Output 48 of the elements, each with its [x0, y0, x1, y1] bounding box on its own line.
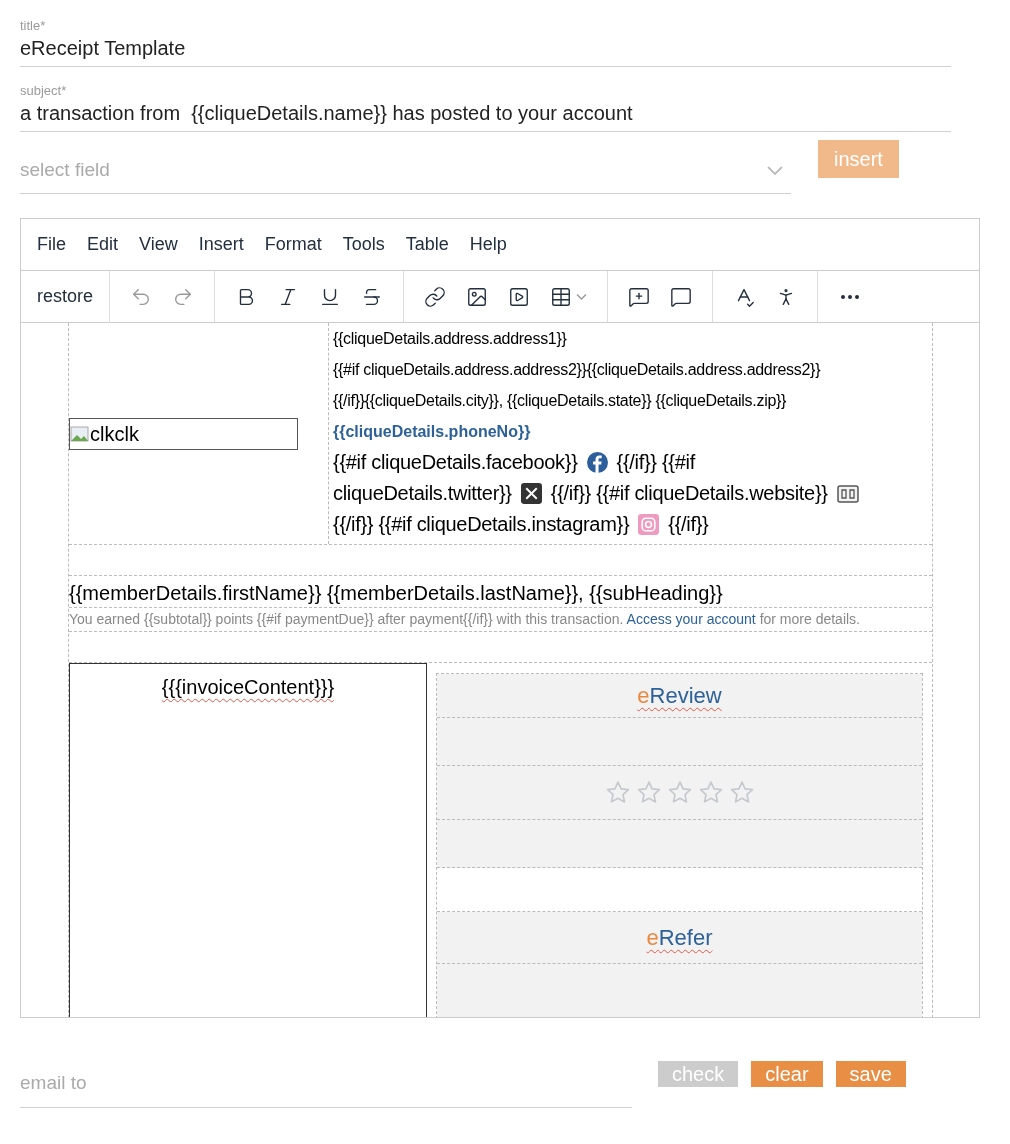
rich-text-editor[interactable]	[20, 218, 980, 1018]
menu-item[interactable]: Edit	[87, 231, 119, 258]
star-icon	[728, 780, 755, 805]
text-field[interactable]: subject* a transaction from {{cliqueDetails.name}} has posted to your account	[20, 79, 951, 132]
account-link[interactable]: Access your account	[626, 611, 756, 627]
x-logo-icon	[520, 483, 542, 504]
menu-item[interactable]: Insert	[198, 231, 244, 258]
image-icon[interactable]	[466, 285, 489, 308]
address-line: {{#if cliqueDetails.address.address2}}{{cliqueDetails.address.address2}}	[333, 360, 822, 380]
broken-image: clkclk	[69, 417, 298, 450]
template-text: {{/if}} {{#if cliqueDetails.instagram}}	[333, 512, 630, 537]
section-heading: eReview	[637, 682, 722, 710]
star-icon	[666, 780, 693, 805]
facebook-icon	[586, 452, 608, 473]
star-icon	[635, 780, 662, 805]
website-icon	[836, 484, 859, 503]
star-icon	[604, 780, 631, 805]
invoice-placeholder: {{{invoiceContent}}}	[161, 675, 335, 700]
menu-item[interactable]: Tools	[342, 231, 385, 258]
chevron-down-icon	[576, 293, 588, 300]
instagram-icon	[638, 514, 660, 535]
media-icon[interactable]	[508, 285, 531, 308]
restore-button[interactable]: restore	[21, 270, 111, 323]
points-message: You earned {{subtotal}} points {{#if paymentDue}} after payment{{/if}} with this transaction. Access your account for more details.	[69, 610, 861, 629]
table-dropdown[interactable]	[550, 285, 588, 308]
address-line: {{cliqueDetails.address.address1}}	[333, 329, 568, 349]
template-text: {{/if}}	[668, 512, 709, 537]
menu-item[interactable]: Table	[405, 231, 449, 258]
template-text: {{#if cliqueDetails.facebook}}	[333, 450, 578, 475]
chevron-down-icon	[767, 166, 783, 175]
menu-item[interactable]: Format	[264, 231, 322, 258]
star-icon	[697, 780, 724, 805]
link-icon[interactable]	[424, 285, 447, 308]
phone-number: {{cliqueDetails.phoneNo}}	[333, 422, 532, 442]
member-greeting: {{memberDetails.firstName}} {{memberDetails.lastName}}, {{subHeading}}	[69, 581, 723, 606]
template-text: {{/if}} {{#if cliqueDetails.website}}	[550, 481, 828, 506]
add-comment-icon[interactable]	[628, 285, 651, 308]
table-icon	[550, 285, 573, 308]
address-line: {{/if}}{{cliqueDetails.city}}, {{cliqueDetails.state}} {{cliqueDetails.zip}}	[333, 391, 788, 411]
text-field[interactable]: title* eReceipt Template	[20, 14, 951, 67]
menu-item[interactable]: File	[37, 231, 66, 258]
star-rating[interactable]	[604, 780, 755, 805]
section-heading: eRefer	[646, 924, 713, 952]
menu-item[interactable]: View	[139, 231, 178, 258]
template-text: cliqueDetails.twitter}}	[333, 481, 512, 506]
template-text: {{/if}} {{#if	[616, 450, 695, 475]
comment-icon[interactable]	[670, 285, 693, 308]
menu-item[interactable]: Help	[469, 231, 507, 258]
